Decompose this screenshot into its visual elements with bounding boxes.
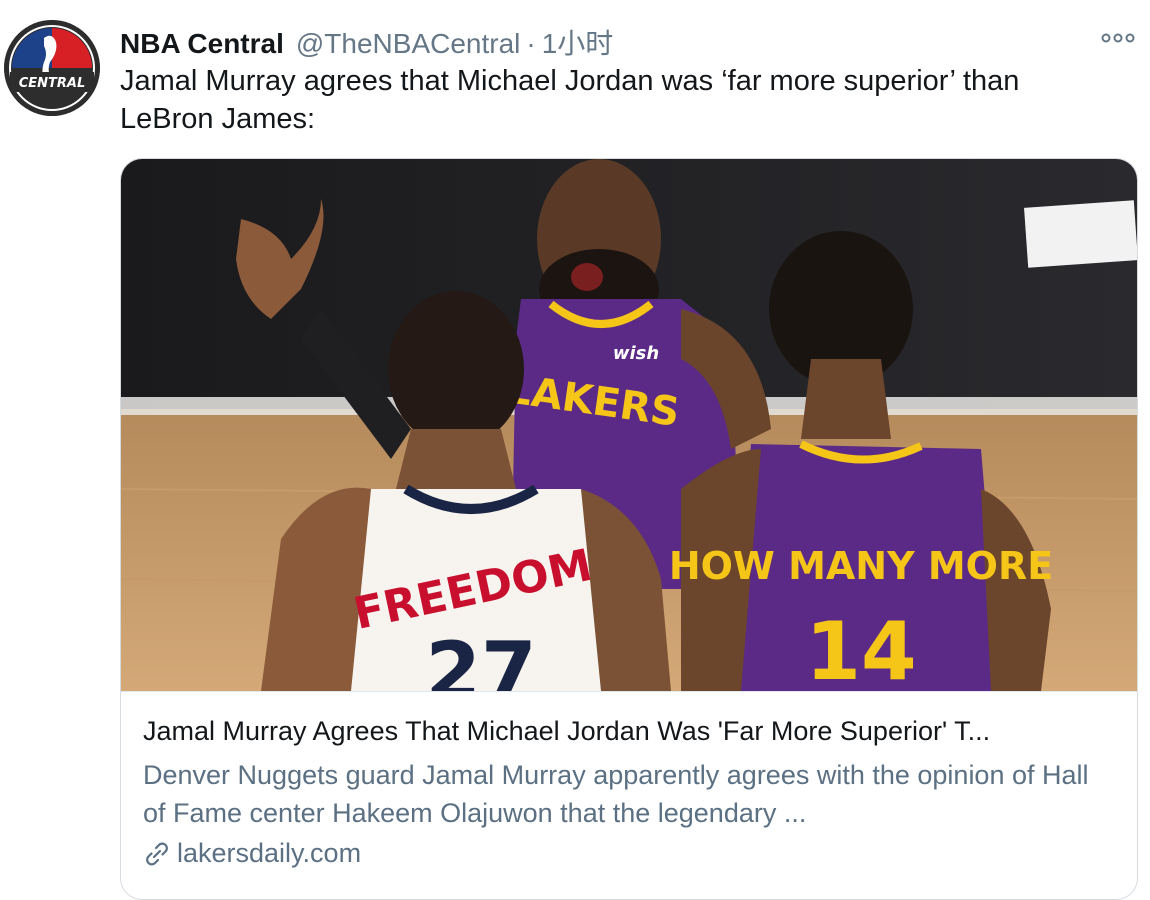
tweet-header: NBA Central @TheNBACentral · 1小时 bbox=[120, 22, 613, 60]
card-description[interactable]: Denver Nuggets guard Jamal Murray appare… bbox=[143, 756, 1118, 832]
separator-dot: · bbox=[526, 28, 536, 59]
jersey-sponsor-text: wish bbox=[613, 343, 659, 364]
link-icon bbox=[143, 840, 171, 868]
tweet[interactable]: CENTRAL NBA Central @TheNBACentral · 1小时… bbox=[0, 0, 1150, 900]
jersey-number-white: 27 bbox=[425, 625, 536, 691]
nba-central-logo-icon: CENTRAL bbox=[4, 20, 100, 116]
more-dots-icon[interactable] bbox=[1098, 28, 1138, 48]
card-domain-row[interactable]: lakersdaily.com bbox=[143, 838, 361, 869]
author-avatar[interactable]: CENTRAL bbox=[4, 20, 100, 116]
author-handle[interactable]: @TheNBACentral bbox=[296, 28, 521, 60]
jersey-text-how-many-more: HOW MANY MORE bbox=[669, 544, 1053, 588]
card-domain[interactable]: lakersdaily.com bbox=[177, 838, 361, 869]
tweet-text: Jamal Murray agrees that Michael Jordan … bbox=[120, 65, 1020, 135]
jersey-number-purple: 14 bbox=[805, 605, 916, 691]
link-preview-card[interactable]: LAKERS wish FREEDOM 27 HOW MANY MORE 14 … bbox=[120, 158, 1138, 900]
avatar-logo-text: CENTRAL bbox=[19, 76, 86, 91]
tweet-timestamp[interactable]: 1小时 bbox=[542, 22, 614, 62]
card-title[interactable]: Jamal Murray Agrees That Michael Jordan … bbox=[143, 716, 1118, 747]
author-name[interactable]: NBA Central bbox=[120, 28, 284, 60]
card-image[interactable]: LAKERS wish FREEDOM 27 HOW MANY MORE 14 bbox=[121, 159, 1137, 691]
card-meta[interactable]: Jamal Murray Agrees That Michael Jordan … bbox=[121, 691, 1137, 868]
